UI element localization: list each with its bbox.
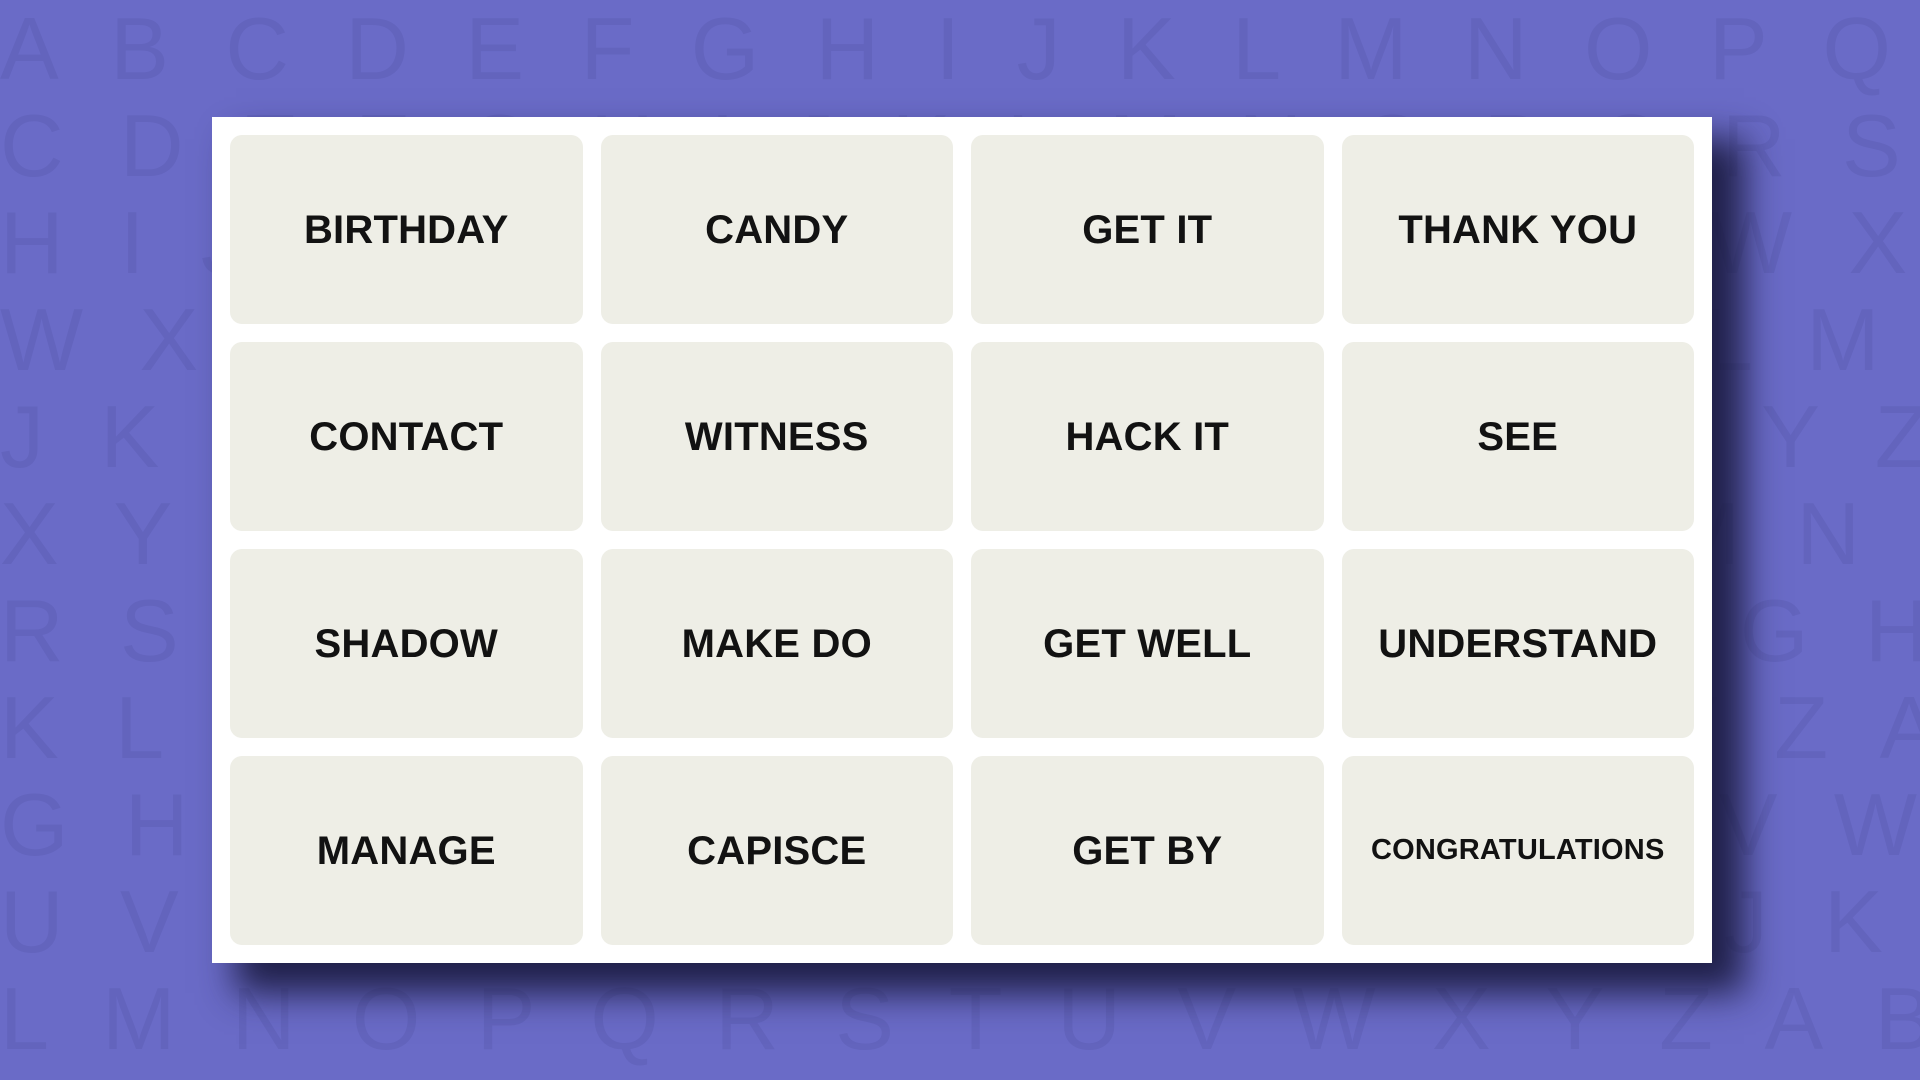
pattern-row: P Q R S T U V W X Y Z A B C D E F G H I … <box>0 1067 1920 1080</box>
word-tile-label: GET BY <box>1072 828 1223 873</box>
word-tile[interactable]: MAKE DO <box>600 549 953 738</box>
word-tile-label: CAPISCE <box>687 828 867 873</box>
word-tile[interactable]: SEE <box>1341 342 1694 531</box>
word-tile[interactable]: CONGRATULATIONS <box>1341 756 1694 945</box>
word-tile-label: GET WELL <box>1043 621 1252 666</box>
word-tile[interactable]: UNDERSTAND <box>1341 549 1694 738</box>
word-tile[interactable]: THANK YOU <box>1341 135 1694 324</box>
word-tile-label: SHADOW <box>314 621 498 666</box>
word-tile-label: GET IT <box>1082 207 1213 252</box>
word-tile-label: CONTACT <box>309 414 504 459</box>
word-tile[interactable]: GET WELL <box>971 549 1324 738</box>
word-tile-label: THANK YOU <box>1398 207 1638 252</box>
word-tile[interactable]: CAPISCE <box>600 756 953 945</box>
word-tile[interactable]: CANDY <box>600 135 953 324</box>
word-tile-label: WITNESS <box>684 414 869 459</box>
word-tile-label: MAKE DO <box>681 621 872 666</box>
word-tile-label: CANDY <box>705 207 849 252</box>
word-tile-grid: BIRTHDAY CANDY GET IT THANK YOU CONTACT WITNE… <box>230 135 1694 945</box>
word-tile-label: SEE <box>1477 414 1559 459</box>
pattern-row: L M N O P Q R S T U V W X Y Z A B C D E … <box>0 970 1920 1067</box>
word-tile[interactable]: SHADOW <box>230 549 583 738</box>
word-tile-label: BIRTHDAY <box>303 207 509 252</box>
word-tile-label: HACK IT <box>1065 414 1230 459</box>
word-tile[interactable]: WITNESS <box>600 342 953 531</box>
word-tile[interactable]: CONTACT <box>230 342 583 531</box>
word-tile[interactable]: BIRTHDAY <box>230 135 583 324</box>
word-tile-label: UNDERSTAND <box>1378 621 1658 666</box>
word-tile[interactable]: GET BY <box>971 756 1324 945</box>
word-tile[interactable]: MANAGE <box>230 756 583 945</box>
word-tile-label: MANAGE <box>316 828 496 873</box>
puzzle-board-card: BIRTHDAY CANDY GET IT THANK YOU CONTACT WITNE… <box>212 117 1712 963</box>
pattern-row: A B C D E F G H I J K L M N O P Q R S T … <box>0 0 1920 97</box>
word-tile[interactable]: GET IT <box>971 135 1324 324</box>
word-tile[interactable]: HACK IT <box>971 342 1324 531</box>
word-tile-label: CONGRATULATIONS <box>1370 834 1665 867</box>
